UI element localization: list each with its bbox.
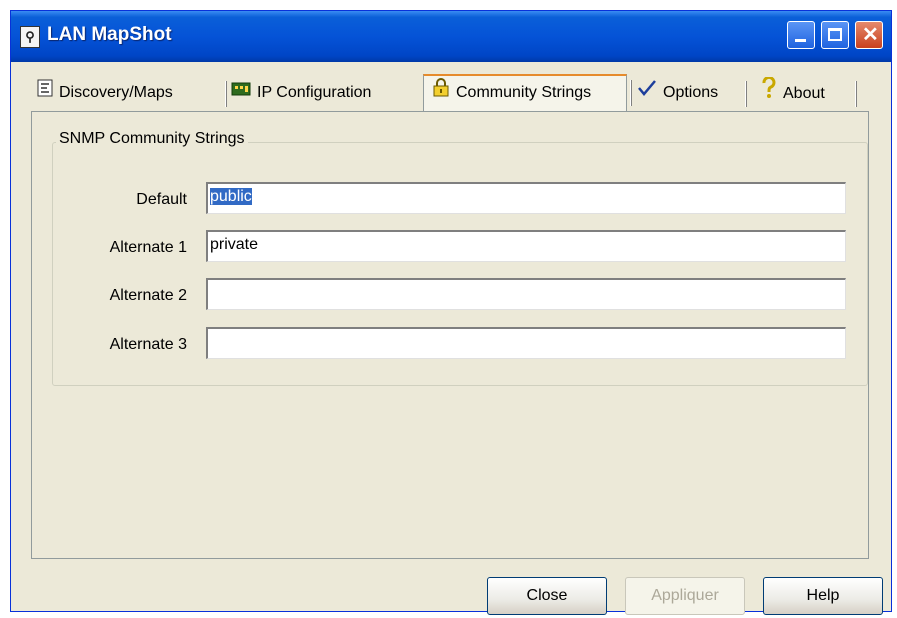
alternate-1-label: Alternate 1 [109, 239, 187, 256]
network-card-icon [231, 77, 251, 109]
default-community-value: public [210, 188, 252, 205]
close-button[interactable]: Close [487, 577, 607, 615]
tab-strip: Discovery/Maps IP Configuration Communit… [31, 74, 871, 111]
maximize-icon [828, 28, 842, 41]
alternate-2-input[interactable] [206, 278, 846, 310]
maximize-button[interactable] [821, 21, 849, 49]
app-window: ⚲ LAN MapShot ✕ Discovery/Maps IP Config… [10, 10, 892, 615]
tab-options[interactable]: Options [637, 77, 747, 109]
apply-button[interactable]: Appliquer [625, 577, 745, 615]
tab-discovery-maps[interactable]: Discovery/Maps [37, 77, 227, 109]
tab-label: Options [663, 84, 719, 102]
help-button[interactable]: Help [763, 577, 883, 615]
tab-label: Community Strings [456, 84, 592, 102]
alternate-3-input[interactable] [206, 327, 846, 359]
minimize-button[interactable] [787, 21, 815, 49]
alternate-1-input[interactable]: private [206, 230, 846, 262]
alternate-2-label: Alternate 2 [109, 287, 187, 304]
close-icon: ✕ [862, 24, 879, 46]
title-bar[interactable]: ⚲ LAN MapShot ✕ [11, 11, 891, 62]
alternate-1-value: private [210, 236, 259, 253]
window-title: LAN MapShot [47, 24, 172, 45]
alternate-3-label: Alternate 3 [109, 336, 187, 353]
question-mark-icon [761, 75, 777, 111]
default-label: Default [136, 191, 187, 208]
padlock-icon [432, 76, 450, 110]
tab-label: Discovery/Maps [59, 84, 173, 102]
tab-ip-configuration[interactable]: IP Configuration [231, 77, 415, 109]
community-strings-panel: SNMP Community Strings Default public Al… [31, 111, 869, 559]
tab-about[interactable]: About [761, 75, 857, 111]
minimize-icon [795, 39, 806, 42]
checkmark-icon [637, 77, 657, 109]
discovery-icon [37, 77, 53, 109]
default-community-input[interactable]: public [206, 182, 846, 214]
tab-label: IP Configuration [257, 84, 372, 102]
app-icon: ⚲ [20, 26, 40, 48]
tab-label: About [783, 85, 825, 103]
tab-community-strings[interactable]: Community Strings [423, 74, 632, 111]
close-window-button[interactable]: ✕ [855, 21, 883, 49]
group-legend: SNMP Community Strings [56, 130, 248, 148]
